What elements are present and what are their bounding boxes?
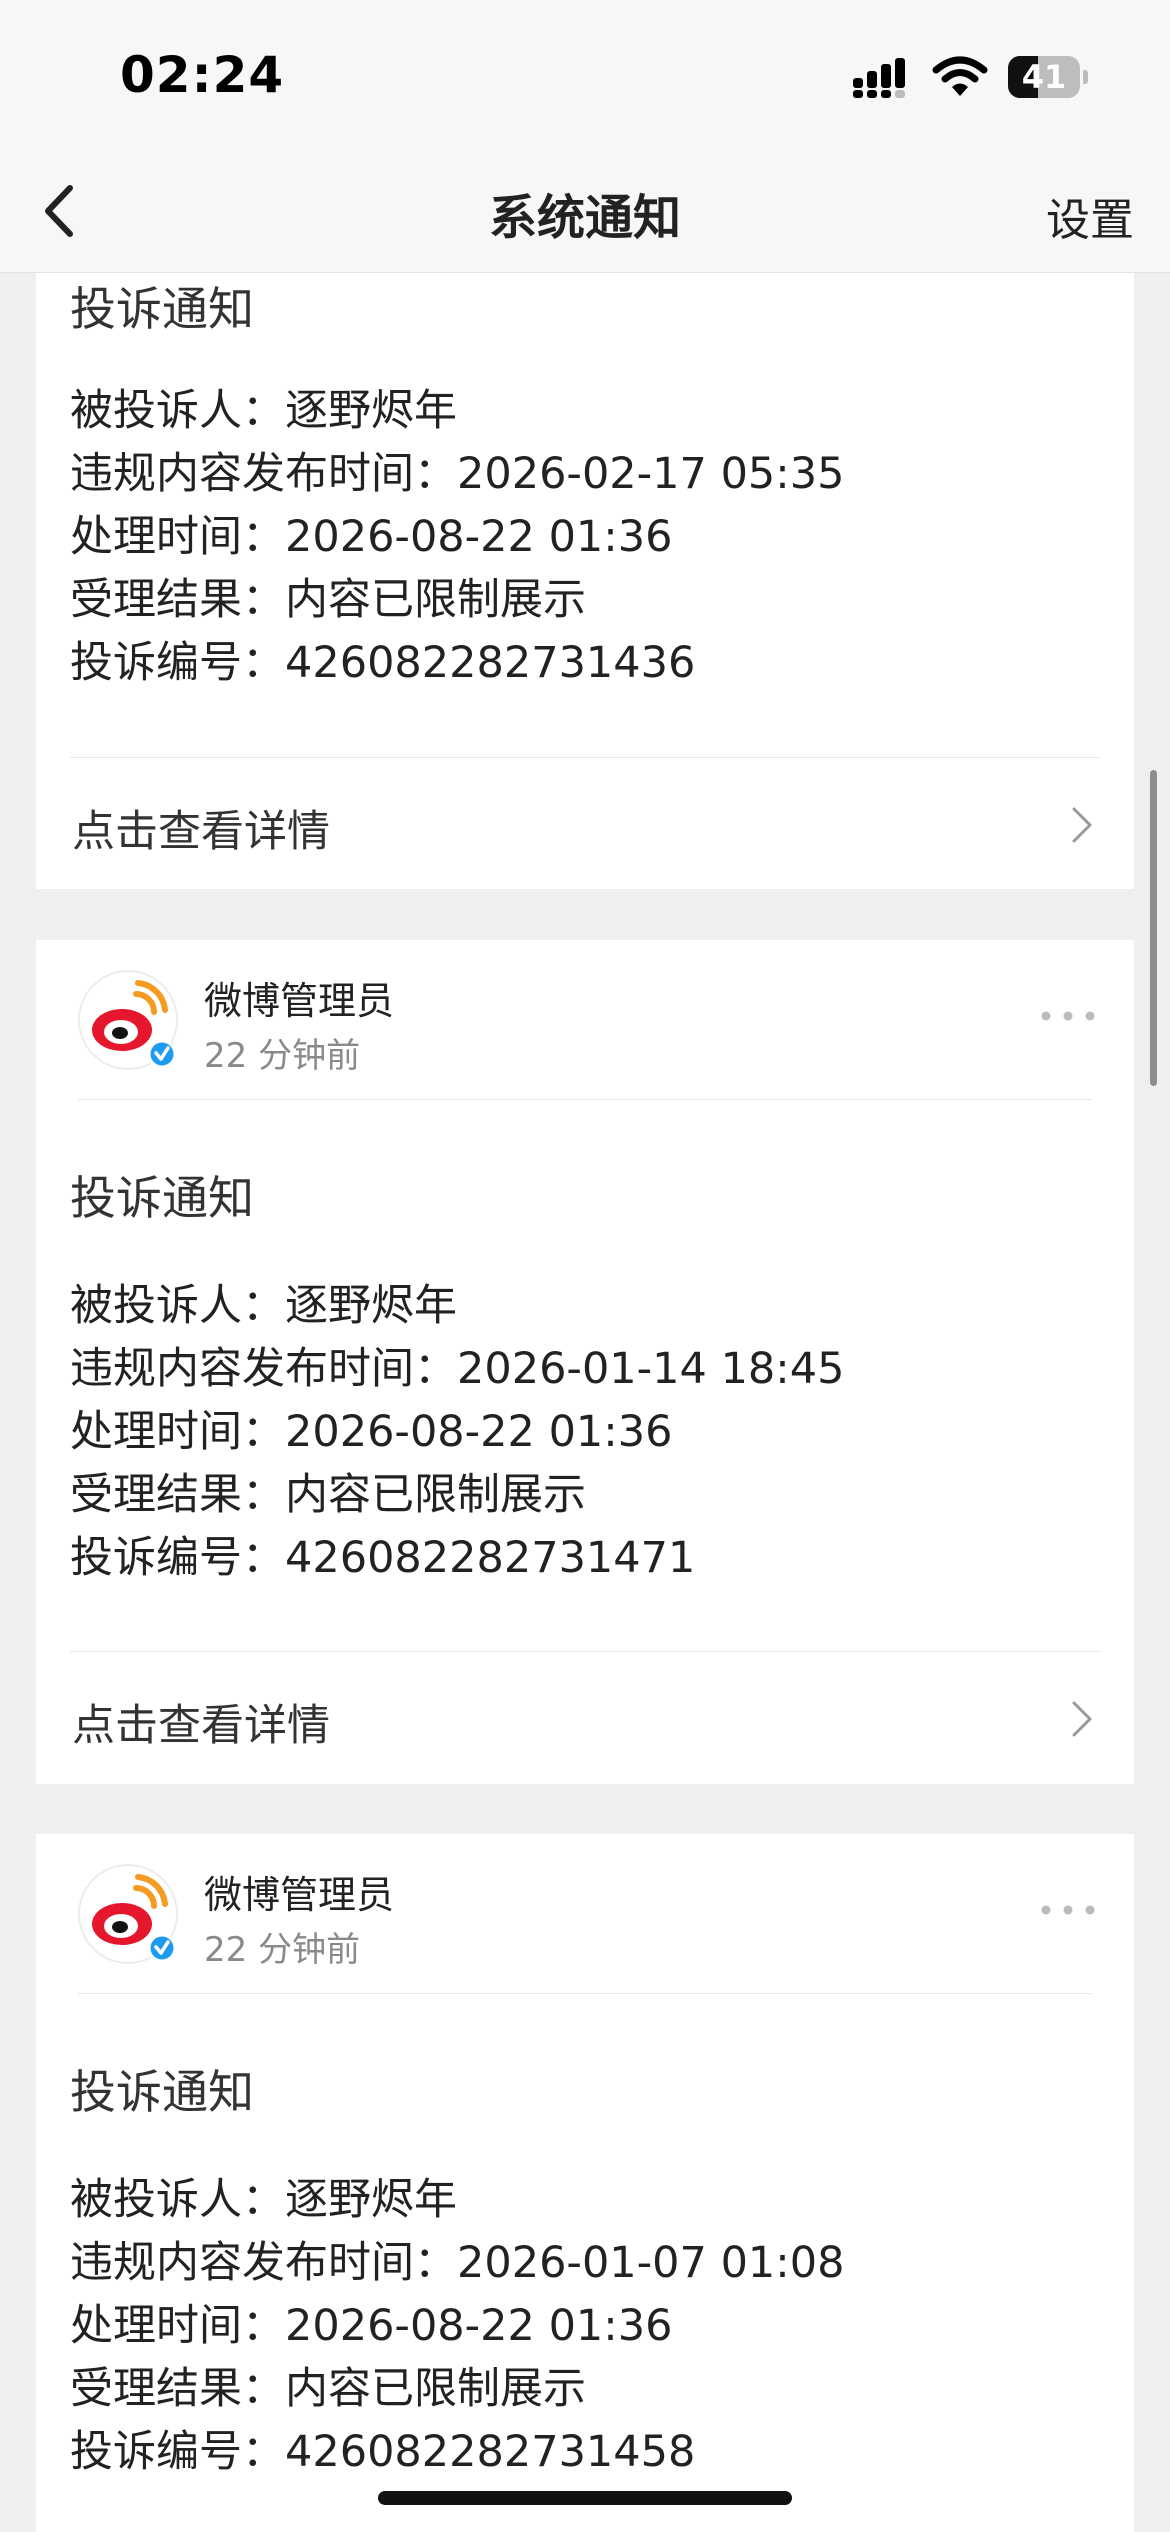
weibo-logo-avatar[interactable]: [78, 1864, 178, 1964]
result-line: 受理结果：内容已限制展示: [70, 2364, 586, 2414]
notice-details: 被投诉人：逐野烬年 违规内容发布时间：2026-02-17 05:35 处理时间…: [70, 380, 844, 695]
card-header: 微博管理员 22 分钟前: [36, 1834, 1134, 1994]
chevron-right-icon: [1072, 807, 1092, 843]
notice-title: 投诉通知: [70, 1171, 254, 1225]
more-options-button[interactable]: [1038, 1898, 1098, 1922]
status-time: 02:24: [120, 46, 285, 104]
process-time-line: 处理时间：2026-08-22 01:36: [70, 512, 673, 562]
notice-title: 投诉通知: [70, 2065, 254, 2119]
page-title: 系统通知: [488, 190, 681, 246]
publish-time-line: 违规内容发布时间：2026-01-14 18:45: [70, 1344, 845, 1394]
complained-user-line: 被投诉人：逐野烬年: [70, 1281, 457, 1331]
notice-details: 被投诉人：逐野烬年 违规内容发布时间：2026-01-14 18:45 处理时间…: [70, 1275, 844, 1590]
process-time-line: 处理时间：2026-08-22 01:36: [70, 1407, 673, 1457]
battery-percentage: 41: [1021, 58, 1067, 96]
settings-button[interactable]: 设置: [1046, 184, 1134, 248]
notification-card: 微博管理员 22 分钟前 投诉通知 被投诉人：逐野烬年 违规内容发布时间：202…: [36, 940, 1134, 1784]
scrollbar[interactable]: [1150, 770, 1157, 1086]
complaint-id-line: 投诉编号：426082282731471: [70, 1533, 696, 1583]
view-details-label: 点击查看详情: [72, 807, 330, 857]
chevron-right-icon: [1072, 1701, 1092, 1737]
battery-icon: 41: [1008, 56, 1088, 100]
complained-user-line: 被投诉人：逐野烬年: [70, 386, 457, 436]
status-bar: 02:24 41: [0, 0, 1170, 150]
wifi-icon: [932, 56, 988, 96]
notification-card: 微博管理员 22 分钟前 投诉通知 被投诉人：逐野烬年 违规内容发布时间：202…: [36, 1834, 1134, 2532]
author-name[interactable]: 微博管理员: [204, 970, 394, 1025]
notification-card: 投诉通知 被投诉人：逐野烬年 违规内容发布时间：2026-02-17 05:35…: [36, 273, 1134, 889]
publish-time-line: 违规内容发布时间：2026-01-07 01:08: [70, 2238, 845, 2288]
post-time: 22 分钟前: [204, 1036, 361, 1076]
more-options-button[interactable]: [1038, 1004, 1098, 1028]
navigation-bar: 系统通知 设置: [0, 150, 1170, 273]
notice-title: 投诉通知: [70, 282, 254, 336]
divider: [78, 1099, 1092, 1100]
process-time-line: 处理时间：2026-08-22 01:36: [70, 2301, 673, 2351]
card-header: 微博管理员 22 分钟前: [36, 940, 1134, 1100]
home-indicator[interactable]: [378, 2491, 792, 2505]
result-line: 受理结果：内容已限制展示: [70, 1470, 586, 1520]
divider: [78, 1993, 1092, 1994]
notice-details: 被投诉人：逐野烬年 违规内容发布时间：2026-01-07 01:08 处理时间…: [70, 2169, 844, 2484]
weibo-logo-avatar[interactable]: [78, 970, 178, 1070]
cellular-signal-icon: [853, 58, 905, 98]
author-name[interactable]: 微博管理员: [204, 1864, 394, 1919]
complaint-id-line: 投诉编号：426082282731458: [70, 2427, 696, 2477]
view-details-link[interactable]: 点击查看详情: [36, 1651, 1134, 1783]
complaint-id-line: 投诉编号：426082282731436: [70, 638, 696, 688]
publish-time-line: 违规内容发布时间：2026-02-17 05:35: [70, 449, 845, 499]
view-details-link[interactable]: 点击查看详情: [36, 757, 1134, 889]
view-details-label: 点击查看详情: [72, 1701, 330, 1751]
post-time: 22 分钟前: [204, 1930, 361, 1970]
complained-user-line: 被投诉人：逐野烬年: [70, 2175, 457, 2225]
result-line: 受理结果：内容已限制展示: [70, 575, 586, 625]
